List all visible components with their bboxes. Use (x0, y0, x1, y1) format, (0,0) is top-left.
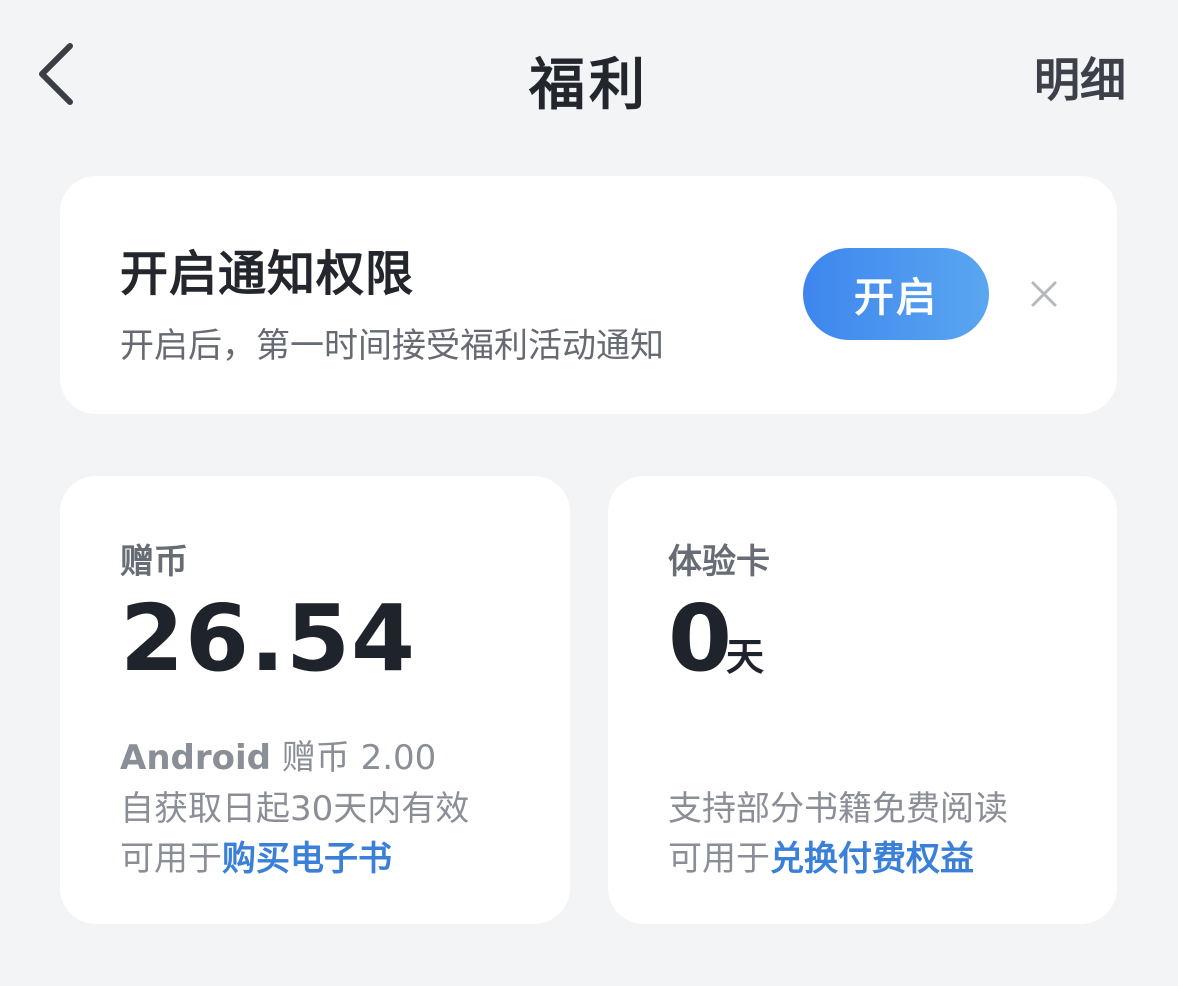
platform-coins-suffix: 赠币 (281, 738, 350, 778)
gift-coins-label: 赠币 (120, 542, 188, 582)
close-icon (1031, 281, 1057, 307)
enable-notification-button[interactable]: 开启 (803, 248, 989, 340)
notification-title: 开启通知权限 (120, 246, 415, 302)
top-nav-bar: 福利 明细 (0, 0, 1178, 150)
platform-coins-line: Android 赠币 2.00 (120, 730, 436, 779)
trial-card-value: 0 (668, 585, 734, 692)
coins-usage-prefix: 可用于 (120, 839, 222, 879)
trial-usage-prefix: 可用于 (668, 839, 770, 879)
trial-description: 支持部分书籍免费阅读 (668, 789, 1008, 829)
platform-coins-amount: 2.00 (360, 738, 437, 778)
notification-permission-card: 开启通知权限 开启后，第一时间接受福利活动通知 开启 (60, 176, 1117, 414)
redeem-benefits-link[interactable]: 兑换付费权益 (770, 839, 974, 879)
coins-usage-line: 可用于购买电子书 (120, 831, 392, 880)
validity-prefix: 自获取日起 (120, 789, 290, 829)
trial-card[interactable]: 体验卡 0 天 支持部分书籍免费阅读 可用于兑换付费权益 (608, 476, 1117, 924)
notification-description: 开启后，第一时间接受福利活动通知 (120, 326, 664, 366)
platform-name: Android (120, 738, 271, 778)
validity-suffix: 天内有效 (333, 789, 470, 829)
welfare-page: 福利 明细 开启通知权限 开启后，第一时间接受福利活动通知 开启 赠币 26.5… (0, 0, 1178, 986)
dismiss-notification-button[interactable] (1022, 272, 1066, 316)
trial-card-label: 体验卡 (668, 542, 770, 582)
gift-coins-value: 26.54 (120, 585, 417, 692)
details-button[interactable]: 明细 (1034, 44, 1126, 110)
gift-coins-card[interactable]: 赠币 26.54 Android 赠币 2.00 自获取日起30天内有效 可用于… (60, 476, 570, 924)
trial-usage-line: 可用于兑换付费权益 (668, 831, 974, 880)
validity-line: 自获取日起30天内有效 (120, 781, 469, 830)
trial-card-unit: 天 (726, 635, 765, 679)
validity-days: 30 (290, 789, 334, 829)
buy-ebook-link[interactable]: 购买电子书 (222, 839, 392, 879)
page-title: 福利 (529, 52, 649, 118)
